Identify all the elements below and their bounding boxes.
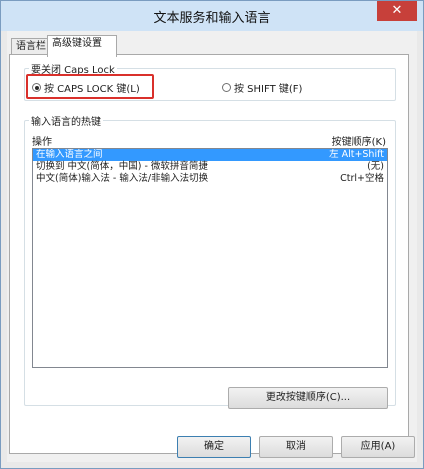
- hotkey-row[interactable]: 在输入语言之间 左 Alt+Shift: [33, 149, 387, 161]
- ok-button[interactable]: 确定: [177, 436, 251, 458]
- hotkey-action: 在输入语言之间: [36, 149, 103, 160]
- title-bar[interactable]: 文本服务和输入语言 ✕: [1, 1, 423, 31]
- hotkey-sequence: (无): [367, 161, 384, 172]
- window-title: 文本服务和输入语言: [153, 11, 271, 26]
- cancel-button[interactable]: 取消: [259, 436, 333, 458]
- close-button[interactable]: ✕: [377, 1, 417, 21]
- close-icon: ✕: [391, 3, 403, 18]
- dialog-window: 文本服务和输入语言 ✕ 语言栏 高级键设置 要关闭 Caps Lock 按 CA…: [0, 0, 424, 469]
- hotkeys-legend: 输入语言的热键: [31, 117, 101, 128]
- apply-button[interactable]: 应用(A): [341, 436, 415, 458]
- change-key-sequence-button[interactable]: 更改按键顺序(C)...: [228, 387, 388, 409]
- tab-label: 高级键设置: [52, 38, 102, 49]
- radio-caps-lock[interactable]: [32, 83, 41, 92]
- hotkey-action: 切换到 中文(简体，中国) - 微软拼音简捷: [36, 161, 208, 172]
- column-header-action: 操作: [32, 137, 52, 148]
- dialog-client: 语言栏 高级键设置 要关闭 Caps Lock 按 CAPS LOCK 键(L)…: [7, 31, 417, 462]
- radio-shift[interactable]: [222, 83, 231, 92]
- caps-lock-key-label: 按 CAPS LOCK 键(L): [44, 84, 140, 95]
- column-header-sequence: 按键顺序(K): [331, 137, 386, 148]
- hotkey-row[interactable]: 切换到 中文(简体，中国) - 微软拼音简捷 (无): [33, 161, 387, 173]
- tab-advanced-key-settings[interactable]: 高级键设置: [47, 35, 117, 57]
- hotkey-sequence: 左 Alt+Shift: [329, 149, 384, 160]
- shift-key-option[interactable]: 按 SHIFT 键(F): [222, 80, 302, 95]
- shift-key-label: 按 SHIFT 键(F): [234, 84, 303, 95]
- hotkey-sequence: Ctrl+空格: [340, 173, 384, 184]
- hotkey-list[interactable]: 在输入语言之间左 Alt+Shift 切换到 中文(简体，中国) - 微软拼音简捷…: [32, 148, 388, 368]
- tab-panel-advanced: 要关闭 Caps Lock 按 CAPS LOCK 键(L) 按 SHIFT 键…: [9, 54, 409, 454]
- tab-label: 语言栏: [16, 41, 46, 52]
- caps-lock-key-option[interactable]: 按 CAPS LOCK 键(L): [32, 80, 140, 95]
- hotkey-action: 中文(简体)输入法 - 输入法/非输入法切换: [36, 173, 209, 184]
- hotkey-row[interactable]: 中文(简体)输入法 - 输入法/非输入法切换 Ctrl+空格: [33, 173, 387, 185]
